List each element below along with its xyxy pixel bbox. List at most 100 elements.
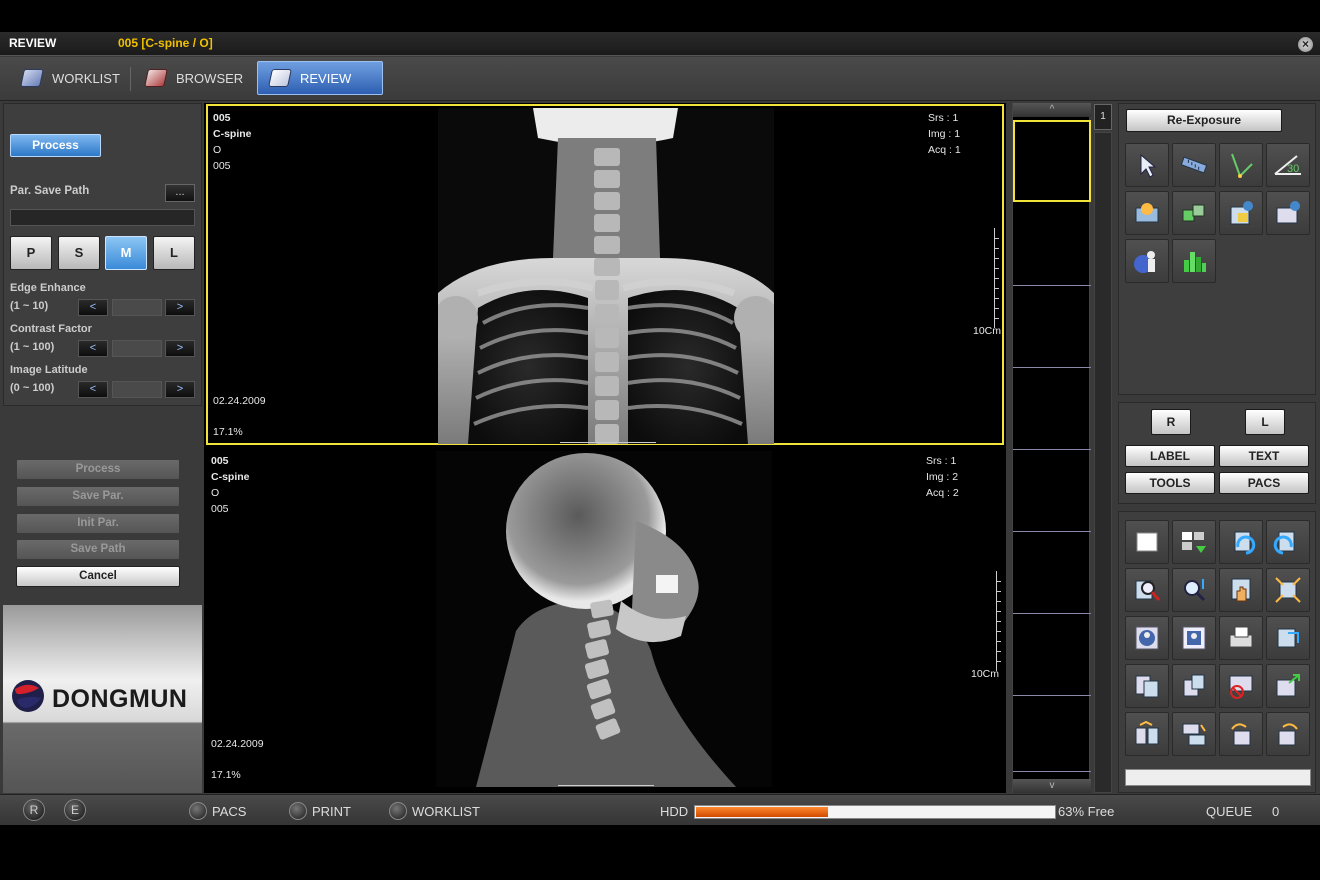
histogram-tool[interactable] xyxy=(1172,239,1216,283)
edge-enhance-increase[interactable]: > xyxy=(165,299,195,316)
single-layout-tool[interactable] xyxy=(1125,520,1169,564)
image-latitude-value[interactable] xyxy=(112,381,162,398)
save-par-button[interactable]: Save Par. xyxy=(16,486,180,507)
pane-1-date: 02.24.2009 xyxy=(213,395,266,407)
worklist-status-led-icon xyxy=(389,802,407,820)
info-tool[interactable] xyxy=(1219,191,1263,235)
undo-tool[interactable] xyxy=(1219,712,1263,756)
tools-button[interactable]: TOOLS xyxy=(1125,472,1215,494)
swap-images-icon xyxy=(1182,723,1206,746)
label-button[interactable]: LABEL xyxy=(1125,445,1215,467)
save-path-field[interactable] xyxy=(10,209,195,226)
prev-image-tool[interactable] xyxy=(1125,712,1169,756)
window-level-tool[interactable] xyxy=(1125,191,1169,235)
thumbnail-6[interactable] xyxy=(1013,532,1091,614)
xray-image-ap[interactable] xyxy=(438,108,774,444)
close-button[interactable]: × xyxy=(1297,36,1314,53)
thumbnail-8[interactable] xyxy=(1013,696,1091,772)
text-button[interactable]: TEXT xyxy=(1219,445,1309,467)
cancel-button[interactable]: Cancel xyxy=(16,566,180,587)
redo-tool[interactable] xyxy=(1266,712,1310,756)
single-frame-icon xyxy=(1136,532,1158,552)
edge-enhance-value[interactable] xyxy=(112,299,162,316)
zoom-tool[interactable] xyxy=(1172,568,1216,612)
e-button[interactable]: E xyxy=(64,799,86,821)
contrast-factor-increase[interactable]: > xyxy=(165,340,195,357)
size-p-button[interactable]: P xyxy=(10,236,52,270)
xray-image-lateral[interactable] xyxy=(436,451,772,787)
thumbnail-5[interactable] xyxy=(1013,450,1091,532)
crop-icon xyxy=(1275,577,1301,603)
pane-1-zoom: 17.1% xyxy=(213,426,243,438)
rotate-right-tool[interactable] xyxy=(1266,520,1310,564)
contrast-factor-value[interactable] xyxy=(112,340,162,357)
r-button[interactable]: R xyxy=(23,799,45,821)
histogram-icon xyxy=(1184,252,1206,272)
size-m-button[interactable]: M xyxy=(105,236,147,270)
image-latitude-increase[interactable]: > xyxy=(165,381,195,398)
thumbnail-2[interactable] xyxy=(1013,204,1091,286)
image-viewer[interactable]: 005 C-spine O 005 Srs : 1 Img : 1 Acq : … xyxy=(204,103,1006,793)
copy-tool[interactable] xyxy=(1125,664,1169,708)
init-par-button[interactable]: Init Par. xyxy=(16,513,180,534)
image-process-tool[interactable] xyxy=(1172,191,1216,235)
re-exposure-button[interactable]: Re-Exposure xyxy=(1126,109,1282,132)
pan-tool[interactable] xyxy=(1219,568,1263,612)
thumbnail-4[interactable] xyxy=(1013,368,1091,450)
flip-tool[interactable] xyxy=(1266,616,1310,660)
thumbnail-page-number[interactable]: 1 xyxy=(1094,104,1112,130)
invert-tool[interactable] xyxy=(1125,616,1169,660)
pane-2-date: 02.24.2009 xyxy=(211,738,264,750)
export-tool[interactable] xyxy=(1266,664,1310,708)
tab-browser[interactable]: BROWSER xyxy=(134,61,255,95)
save-path-button[interactable]: Save Path xyxy=(16,539,180,560)
rotate-left-tool[interactable] xyxy=(1219,520,1263,564)
size-s-button[interactable]: S xyxy=(58,236,100,270)
contrast-factor-range: (1 ~ 100) xyxy=(10,341,55,353)
crop-tool[interactable] xyxy=(1266,568,1310,612)
browse-path-button[interactable]: ... xyxy=(165,184,195,202)
size-l-button[interactable]: L xyxy=(153,236,195,270)
thumbnail-3[interactable] xyxy=(1013,286,1091,368)
swap-tool[interactable] xyxy=(1172,712,1216,756)
pane-2-view: O xyxy=(211,487,220,499)
tab-review[interactable]: REVIEW xyxy=(257,61,383,95)
ruler-tool[interactable] xyxy=(1172,143,1216,187)
thumbnail-1[interactable] xyxy=(1013,120,1091,202)
image-latitude-decrease[interactable]: < xyxy=(78,381,108,398)
marker-l-button[interactable]: L xyxy=(1245,409,1285,435)
pane-2-image-number: Img : 2 xyxy=(926,471,959,483)
angle-tool[interactable] xyxy=(1219,143,1263,187)
patient-tool[interactable] xyxy=(1125,239,1169,283)
process-button[interactable]: Process xyxy=(16,459,180,480)
thumb-scroll-down-button[interactable]: v xyxy=(1013,779,1091,793)
settings-tool[interactable] xyxy=(1266,191,1310,235)
edge-enhance-decrease[interactable]: < xyxy=(78,299,108,316)
prev-image-icon xyxy=(1135,720,1159,745)
tab-worklist[interactable]: WORKLIST xyxy=(10,61,132,95)
dongmun-logo-icon xyxy=(12,680,44,712)
image-pane-1[interactable]: 005 C-spine O 005 Srs : 1 Img : 1 Acq : … xyxy=(206,104,1004,445)
tab-review-label: REVIEW xyxy=(300,70,352,86)
image-pane-2[interactable]: 005 C-spine O 005 Srs : 1 Img : 2 Acq : … xyxy=(206,449,1004,790)
thumbnail-7[interactable] xyxy=(1013,614,1091,696)
pointer-tool[interactable] xyxy=(1125,143,1169,187)
pacs-button[interactable]: PACS xyxy=(1219,472,1309,494)
layout-tool[interactable] xyxy=(1172,520,1216,564)
process-mode-button[interactable]: Process xyxy=(10,134,101,157)
pane-2-info-left: 005 C-spine O 005 xyxy=(211,453,250,517)
thumbnail-scrollbar[interactable] xyxy=(1094,132,1112,793)
thumb-scroll-up-button[interactable]: ^ xyxy=(1013,103,1091,117)
stack-tool[interactable] xyxy=(1172,664,1216,708)
save-path-label: Par. Save Path xyxy=(10,185,90,197)
reject-tool[interactable] xyxy=(1219,664,1263,708)
pane-2-zoom: 17.1% xyxy=(211,769,241,781)
magnify-tool[interactable] xyxy=(1125,568,1169,612)
cobb-angle-tool[interactable]: 30 xyxy=(1266,143,1310,187)
printer-icon xyxy=(1229,626,1253,648)
print-tool[interactable] xyxy=(1219,616,1263,660)
marker-r-button[interactable]: R xyxy=(1151,409,1191,435)
contrast-factor-decrease[interactable]: < xyxy=(78,340,108,357)
command-input[interactable] xyxy=(1125,769,1311,786)
portrait-tool[interactable] xyxy=(1172,616,1216,660)
